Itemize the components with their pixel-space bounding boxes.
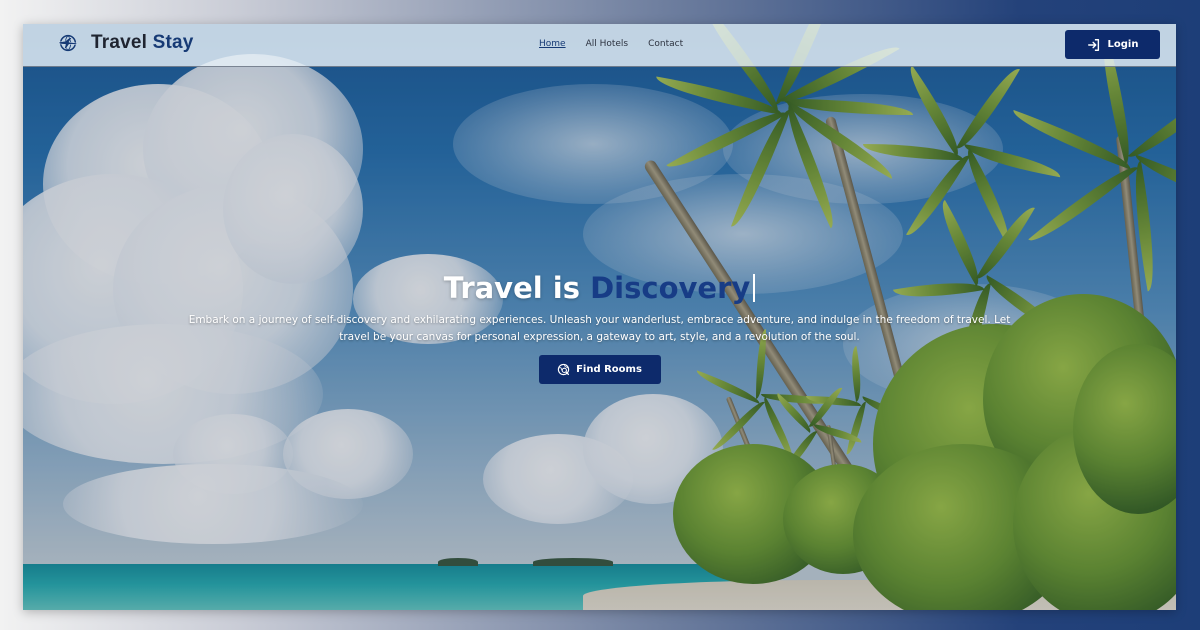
- login-button[interactable]: Login: [1065, 30, 1160, 59]
- login-button-label: Login: [1107, 39, 1139, 50]
- hero-title: Travel is Discovery: [23, 269, 1176, 307]
- plane-globe-icon: [58, 34, 78, 52]
- app-window: Travel Stay Home All Hotels Contact Logi…: [23, 24, 1176, 610]
- brand-name: Travel Stay: [91, 32, 194, 54]
- login-arrow-icon: [1087, 38, 1099, 51]
- brand-name-part1: Travel: [91, 32, 148, 53]
- nav-link-all-hotels[interactable]: All Hotels: [586, 39, 629, 49]
- typing-caret: [753, 274, 756, 302]
- navbar: Travel Stay Home All Hotels Contact Logi…: [23, 24, 1176, 67]
- find-rooms-label: Find Rooms: [576, 364, 642, 375]
- nav-link-home[interactable]: Home: [539, 39, 566, 49]
- hero-section: Travel is Discovery Embark on a journey …: [23, 269, 1176, 384]
- search-globe-icon: [557, 363, 570, 376]
- brand-name-part2: Stay: [152, 32, 194, 53]
- hero-title-static: Travel is: [443, 271, 580, 305]
- nav-links: Home All Hotels Contact: [539, 39, 683, 49]
- brand-logo[interactable]: Travel Stay: [57, 32, 194, 54]
- hero-title-accent: Discovery: [590, 271, 751, 305]
- hero-subtitle: Embark on a journey of self-discovery an…: [188, 314, 1011, 343]
- find-rooms-button[interactable]: Find Rooms: [538, 355, 661, 384]
- nav-link-contact[interactable]: Contact: [648, 39, 683, 49]
